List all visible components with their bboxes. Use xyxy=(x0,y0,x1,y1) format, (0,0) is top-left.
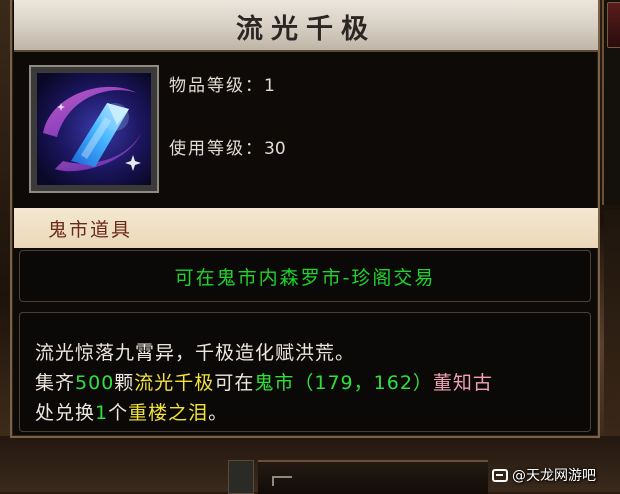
item-name-highlight: 流光千极 xyxy=(134,372,215,394)
bottom-panel xyxy=(258,460,488,494)
coord-sep: ， xyxy=(353,372,374,394)
required-count: 500 xyxy=(75,372,115,394)
reward-item-name: 重楼之泪 xyxy=(128,402,209,424)
desc-text: 。 xyxy=(208,402,229,424)
item-tooltip: 流光千极 物品等级：1 使用等级：30 鬼市道具 可在鬼市内森罗市-珍阁交易 流… xyxy=(10,0,600,438)
description: 流光惊落九霄异，千极造化赋洪荒。 集齐500颗流光千极可在鬼市（179，162）… xyxy=(35,338,493,428)
use-level-value: 30 xyxy=(264,139,286,159)
watermark-text: @天龙网游吧 xyxy=(512,468,596,484)
side-panel-button[interactable] xyxy=(607,2,620,48)
item-category-bar: 鬼市道具 xyxy=(14,208,598,248)
item-level-label: 物品等级： xyxy=(169,76,264,96)
trade-note-box: 可在鬼市内森罗市-珍阁交易 xyxy=(19,250,591,302)
description-line-2: 集齐500颗流光千极可在鬼市（179，162）董知古 xyxy=(35,368,493,398)
item-title: 流光千极 xyxy=(236,14,376,45)
item-category: 鬼市道具 xyxy=(48,219,133,241)
desc-text: 集齐 xyxy=(35,372,76,394)
side-panel xyxy=(602,0,620,205)
item-icon-frame[interactable] xyxy=(29,65,159,193)
coords-close: ） xyxy=(412,372,433,394)
desc-text: 可在 xyxy=(214,372,255,394)
use-level-row: 使用等级：30 xyxy=(169,134,286,159)
use-level-label: 使用等级： xyxy=(169,139,264,159)
item-level-value: 1 xyxy=(264,76,275,96)
description-line-1: 流光惊落九霄异，千极造化赋洪荒。 xyxy=(35,342,356,364)
coord-y[interactable]: 162 xyxy=(374,372,413,394)
item-level-row: 物品等级：1 xyxy=(169,71,275,96)
description-box: 流光惊落九霄异，千极造化赋洪荒。 集齐500颗流光千极可在鬼市（179，162）… xyxy=(19,312,591,432)
tooltip-title-bar: 流光千极 xyxy=(14,0,598,52)
coord-x[interactable]: 179 xyxy=(314,372,353,394)
desc-text: 个 xyxy=(108,402,129,424)
bottom-slot[interactable] xyxy=(228,460,254,494)
chat-bubble-icon xyxy=(492,468,508,482)
trade-note: 可在鬼市内森罗市-珍阁交易 xyxy=(174,267,436,289)
description-line-3: 处兑换1个重楼之泪。 xyxy=(35,398,493,428)
desc-text: 颗 xyxy=(114,372,135,394)
bottom-panel-glyph xyxy=(272,476,292,486)
crystal-shard-item-icon xyxy=(37,73,151,185)
desc-text: 处兑换 xyxy=(35,402,96,424)
watermark: @天龙网游吧 xyxy=(492,464,596,486)
coords-open: （ xyxy=(294,372,315,394)
side-panel-strip xyxy=(604,210,620,440)
game-background-left xyxy=(0,0,10,492)
reward-quantity: 1 xyxy=(95,402,109,424)
npc-name[interactable]: 董知古 xyxy=(433,372,493,394)
place-link[interactable]: 鬼市 xyxy=(254,372,294,394)
